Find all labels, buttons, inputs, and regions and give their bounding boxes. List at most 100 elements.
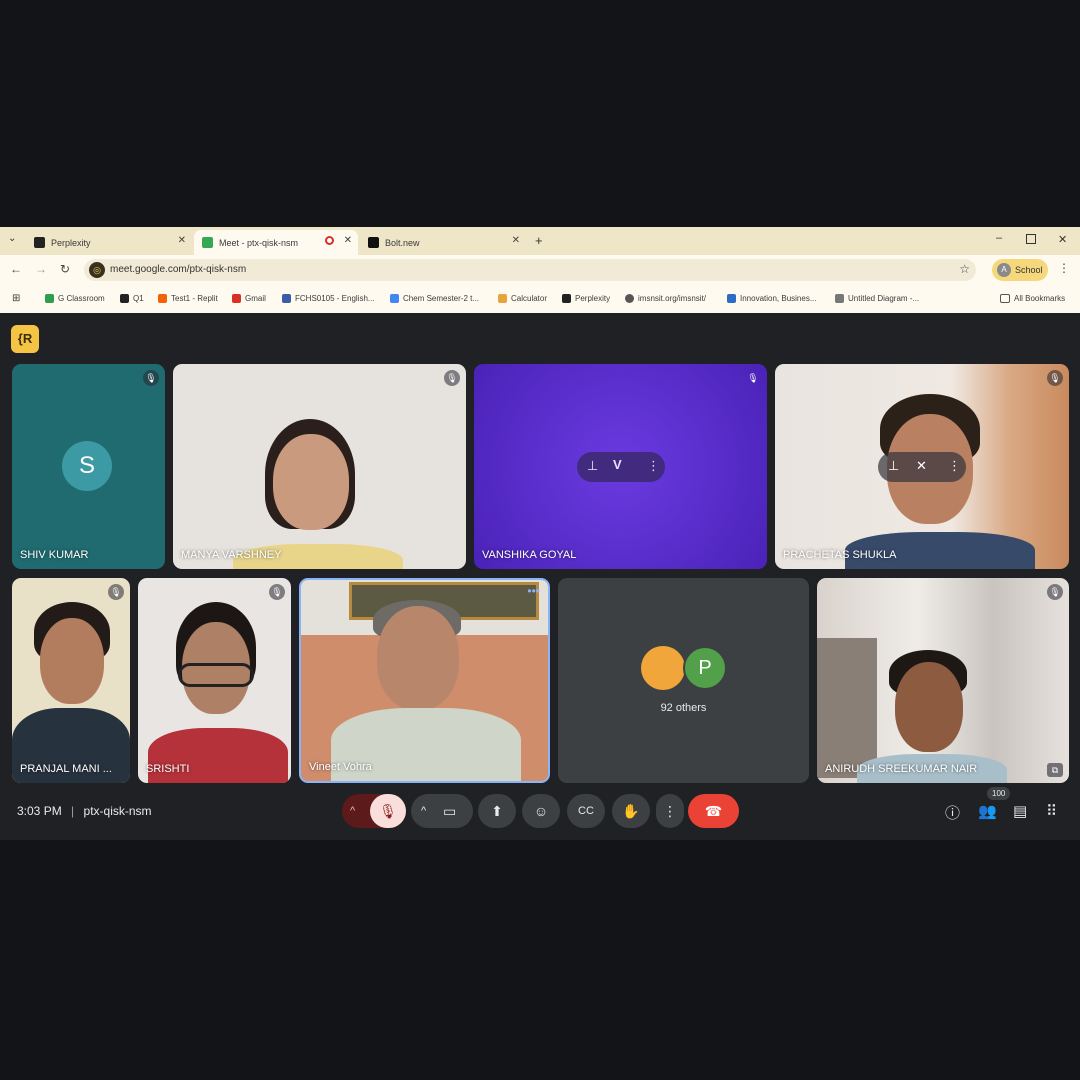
forward-icon[interactable]: → [35, 262, 47, 276]
video-feed [273, 434, 349, 530]
profile-button[interactable]: A School [992, 259, 1048, 281]
site-info-icon[interactable]: ◎ [89, 262, 105, 278]
presentation-icon: V [613, 457, 622, 472]
bookmark-item[interactable]: Gmail [232, 294, 266, 303]
pip-icon[interactable]: ⧉ [1047, 763, 1063, 777]
mic-off-icon: 🎙 [108, 584, 124, 600]
raise-hand-button[interactable]: ✋ [612, 794, 650, 828]
browser-window: ⌄ Perplexity ✕ Meet - ptx-qisk-nsm ✕ Bol… [0, 227, 1080, 313]
bookmark-favicon-icon [835, 294, 844, 303]
avatar: P [683, 646, 727, 690]
participant-tile[interactable]: 🎙 PRANJAL MANI ... [12, 578, 130, 783]
avatar: S [62, 441, 112, 491]
close-tab-icon[interactable]: ✕ [178, 235, 186, 246]
camera-button[interactable]: ▭ [443, 794, 456, 828]
bookmark-item[interactable]: imsnsit.org/imsnsit/ [625, 294, 706, 303]
more-options-button[interactable]: ⋮ [656, 794, 684, 828]
people-icon[interactable]: 👥 [978, 802, 997, 820]
mute-icon[interactable]: ✕ [916, 458, 927, 474]
pin-icon[interactable]: ⊥ [587, 458, 598, 474]
back-icon[interactable]: ← [10, 262, 22, 276]
bookmark-item[interactable]: Test1 - Replit [158, 294, 218, 303]
participant-tile[interactable]: 🎙 SRISHTI [138, 578, 291, 783]
meeting-details-icon[interactable]: ⓘ [945, 802, 960, 823]
participant-name: Vineet Vohra [309, 761, 372, 773]
present-screen-button[interactable]: ⬆ [478, 794, 516, 828]
mic-off-icon: 🎙 [747, 373, 759, 383]
tab-title: Meet - ptx-qisk-nsm [219, 237, 299, 248]
reload-icon[interactable]: ↻ [60, 262, 70, 276]
participant-tile-active-speaker[interactable]: ••• Vineet Vohra [299, 578, 550, 783]
camera-options-chevron-icon[interactable]: ^ [421, 794, 426, 828]
pin-icon[interactable]: ⊥ [888, 458, 899, 474]
bookmark-label: Q1 [133, 294, 144, 303]
tab-title: Perplexity [51, 237, 91, 248]
close-tab-icon[interactable]: ✕ [512, 235, 520, 246]
avatar [641, 646, 685, 690]
participant-tile[interactable]: ⊥ ✕ ⋮ 🎙 PRACHETAS SHUKLA [775, 364, 1069, 569]
bookmark-favicon-icon [498, 294, 507, 303]
bookmark-item[interactable]: Untitled Diagram -... [835, 294, 919, 303]
video-feed [178, 663, 254, 687]
tab-search-icon[interactable]: ⌄ [8, 233, 16, 244]
captions-button[interactable]: CC [567, 794, 605, 828]
bookmark-label: Chem Semester-2 t... [403, 294, 480, 303]
tab-bolt[interactable]: Bolt.new ✕ [360, 230, 526, 255]
bookmark-item[interactable]: Perplexity [562, 294, 610, 303]
participant-tile[interactable]: ⊥ V ⋮ 🎙 VANSHIKA GOYAL [474, 364, 767, 569]
mic-off-button[interactable]: 🎙 [370, 794, 406, 828]
video-feed [817, 638, 877, 778]
browser-menu-icon[interactable]: ⋮ [1058, 261, 1070, 275]
profile-avatar: A [997, 263, 1011, 277]
url-input[interactable]: ◎ meet.google.com/ptx-qisk-nsm ☆ [84, 259, 976, 281]
meet-logo[interactable]: {R [11, 325, 39, 353]
restore-icon[interactable] [1026, 234, 1036, 244]
mic-options-chevron-icon[interactable]: ^ [350, 794, 355, 828]
bookmark-item[interactable]: Innovation, Busines... [727, 294, 817, 303]
participant-tile[interactable]: 🎙 ⧉ ANIRUDH SREEKUMAR NAIR [817, 578, 1069, 783]
leave-call-button[interactable]: ☎ [688, 794, 739, 828]
video-feed [377, 606, 459, 710]
profile-label: School [1015, 265, 1043, 275]
bookmark-label: FCHS0105 - English... [295, 294, 375, 303]
bookmark-item[interactable]: Chem Semester-2 t... [390, 294, 479, 303]
bookmark-favicon-icon [562, 294, 571, 303]
tab-strip: ⌄ Perplexity ✕ Meet - ptx-qisk-nsm ✕ Bol… [0, 227, 1080, 255]
recording-icon [325, 236, 334, 245]
minimize-icon[interactable]: – [996, 232, 1002, 244]
bookmark-item[interactable]: FCHS0105 - English... [282, 294, 375, 303]
meeting-time: 3:03 PM [17, 804, 62, 818]
tab-meet[interactable]: Meet - ptx-qisk-nsm ✕ [194, 230, 358, 255]
close-tab-icon[interactable]: ✕ [344, 235, 352, 246]
bookmark-item[interactable]: Q1 [120, 294, 144, 303]
new-tab-icon[interactable]: + [535, 233, 543, 248]
bookmark-star-icon[interactable]: ☆ [959, 262, 970, 276]
bookmark-favicon-icon [158, 294, 167, 303]
participant-tile[interactable]: 🎙 MANYA VARSHNEY [173, 364, 466, 569]
emoji-reactions-button[interactable]: ☺ [522, 794, 560, 828]
chat-icon[interactable]: ▤ [1013, 802, 1027, 820]
camera-control-group: ^ ▭ [411, 794, 473, 828]
close-window-icon[interactable]: ✕ [1058, 233, 1067, 246]
bookmark-favicon-icon [390, 294, 399, 303]
more-options-icon[interactable]: ⋮ [948, 458, 961, 474]
bolt-favicon-icon [368, 237, 379, 248]
more-options-icon[interactable]: ⋮ [647, 458, 660, 474]
bookmark-label: G Classroom [58, 294, 105, 303]
speaking-indicator-icon: ••• [527, 584, 540, 598]
activities-grid-icon[interactable]: ⠿ [1046, 802, 1057, 820]
meeting-info: 3:03 PM | ptx-qisk-nsm [17, 804, 152, 818]
tab-perplexity[interactable]: Perplexity ✕ [26, 230, 192, 255]
bookmark-label: All Bookmarks [1014, 294, 1066, 303]
participant-name: PRACHETAS SHUKLA [783, 549, 897, 561]
apps-grid-icon[interactable]: ⊞ [12, 293, 20, 304]
bookmark-item[interactable]: G Classroom [45, 294, 105, 303]
tile-controls: ⊥ V ⋮ [577, 452, 665, 482]
participant-tile[interactable]: S 🎙 SHIV KUMAR [12, 364, 165, 569]
participant-name: PRANJAL MANI ... [20, 763, 112, 775]
bookmark-item[interactable]: Calculator [498, 294, 547, 303]
bookmark-label: Perplexity [575, 294, 611, 303]
others-tile[interactable]: P 92 others [558, 578, 809, 783]
others-count-label: 92 others [660, 702, 707, 714]
all-bookmarks-folder[interactable]: All Bookmarks [1000, 294, 1065, 303]
